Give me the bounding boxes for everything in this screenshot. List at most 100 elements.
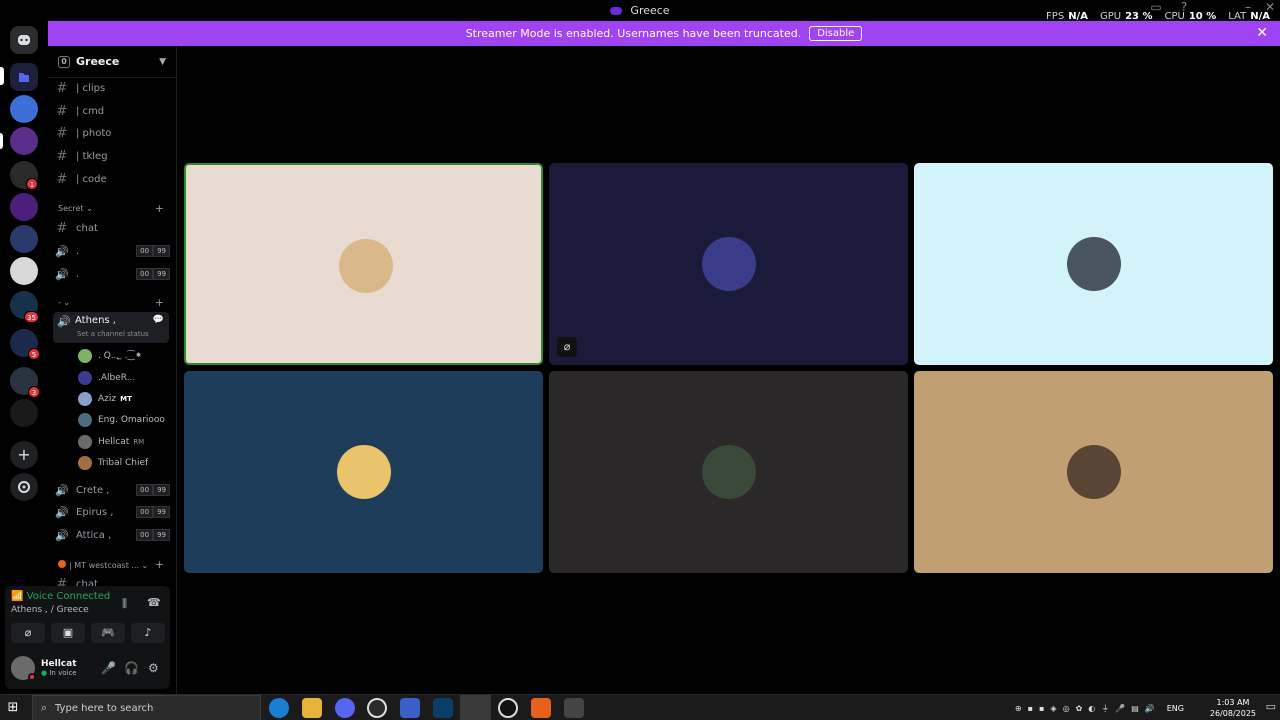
- headphones-icon[interactable]: 🎧: [124, 661, 139, 675]
- server-icon-6[interactable]: [10, 257, 38, 285]
- disconnect-icon[interactable]: ☎: [147, 596, 161, 609]
- video-tile[interactable]: [914, 371, 1273, 573]
- server-coming-soon-icon[interactable]: [10, 95, 38, 123]
- tray-icon[interactable]: ◐: [1088, 704, 1095, 713]
- windows-start-icon[interactable]: ⊞: [4, 699, 22, 717]
- app-icon[interactable]: [433, 698, 453, 718]
- active-app-highlight[interactable]: [460, 695, 491, 720]
- participant-avatar: [337, 445, 391, 499]
- voice-channel-dot-2[interactable]: 🔊. 00 99: [48, 264, 176, 284]
- discover-icon[interactable]: [10, 473, 38, 501]
- folder-indicator: [0, 67, 4, 85]
- user-name: Hellcat: [41, 659, 77, 669]
- server-icon-4[interactable]: [10, 193, 38, 221]
- current-user[interactable]: Hellcat ● In voice: [11, 656, 77, 681]
- server-folder-icon[interactable]: [10, 63, 38, 91]
- selected-server-pill: [0, 133, 3, 149]
- microphone-icon[interactable]: 🎤: [101, 661, 116, 675]
- video-tile[interactable]: [184, 371, 543, 573]
- mention-badge: 1: [26, 178, 38, 190]
- channel-clips[interactable]: # | clips: [48, 78, 176, 98]
- tray-icon[interactable]: ▪: [1028, 704, 1033, 713]
- camera-off-button[interactable]: ⌀: [11, 623, 45, 643]
- voice-member[interactable]: Hellcat RM: [78, 433, 144, 451]
- microphone-tray-icon[interactable]: 🎤: [1115, 704, 1125, 713]
- server-header[interactable]: 0 Greece ▼: [48, 46, 176, 78]
- activities-button[interactable]: 🎮: [91, 623, 125, 643]
- channel-tkleg[interactable]: # | tkleg: [48, 146, 176, 166]
- screen-share-button[interactable]: ▣: [51, 623, 85, 643]
- app-icon[interactable]: [498, 698, 518, 718]
- voice-channel-epirus[interactable]: 🔊 Epirus , 00 99: [48, 502, 176, 522]
- tray-icon[interactable]: ✿: [1076, 704, 1083, 713]
- mention-badge: 5: [28, 348, 40, 360]
- voice-channel-dot-1[interactable]: 🔊. 00 99: [48, 241, 176, 261]
- voice-channel-crete[interactable]: 🔊 Crete , 00 99: [48, 480, 176, 500]
- file-explorer-icon[interactable]: [302, 698, 322, 718]
- soundboard-button[interactable]: ♪: [131, 623, 165, 643]
- participant-avatar: [702, 445, 756, 499]
- taskbar-clock[interactable]: 1:03 AM 26/08/2025: [1210, 697, 1256, 719]
- usb-icon[interactable]: ⏚: [1101, 703, 1109, 714]
- hash-icon: #: [56, 220, 68, 236]
- app-icon[interactable]: [400, 698, 420, 718]
- tray-icon[interactable]: ◈: [1050, 704, 1056, 713]
- voice-channel-athens[interactable]: 🔊 Athens , 💬 Set a channel status: [53, 312, 169, 343]
- open-chat-icon[interactable]: 💬: [153, 315, 164, 325]
- add-channel-icon[interactable]: +: [155, 296, 164, 309]
- volume-icon[interactable]: 🔊: [1145, 704, 1155, 713]
- edge-icon[interactable]: [269, 698, 289, 718]
- direct-messages-icon[interactable]: [10, 26, 38, 54]
- app-icon[interactable]: [564, 698, 584, 718]
- noise-suppression-icon[interactable]: ⫼: [122, 597, 127, 611]
- tray-icon[interactable]: ⊕: [1015, 704, 1022, 713]
- gear-icon[interactable]: ⚙: [148, 661, 159, 675]
- server-icon-2[interactable]: [10, 127, 38, 155]
- category-dot-icon: [58, 560, 66, 568]
- channel-status-hint[interactable]: Set a channel status: [77, 330, 149, 338]
- channel-chat[interactable]: # chat: [48, 218, 176, 238]
- channel-cmd[interactable]: # | cmd: [48, 101, 176, 121]
- category-secret[interactable]: Secret ⌄: [58, 204, 93, 213]
- mention-badge: 35: [24, 311, 39, 323]
- video-tile[interactable]: [549, 371, 908, 573]
- disable-streamer-mode-button[interactable]: Disable: [809, 26, 863, 41]
- taskbar-search[interactable]: ⌕ Type here to search: [32, 695, 261, 720]
- video-tile[interactable]: ⌀: [549, 163, 908, 365]
- video-tile[interactable]: [184, 163, 543, 365]
- voice-connected-label[interactable]: 📶 Voice Connected: [11, 591, 110, 602]
- tray-icon[interactable]: ◎: [1063, 704, 1070, 713]
- voice-member[interactable]: Tribal Chief: [78, 454, 148, 472]
- hash-icon: #: [56, 103, 68, 119]
- hash-icon: #: [56, 171, 68, 187]
- voice-member[interactable]: Aziz MT: [78, 390, 132, 408]
- network-icon[interactable]: ▤: [1131, 704, 1139, 713]
- hash-icon: #: [56, 125, 68, 141]
- channel-photo[interactable]: # | photo: [48, 123, 176, 143]
- voice-member[interactable]: .AlbeR...: [78, 369, 135, 387]
- category-dash[interactable]: - ⌄: [58, 298, 70, 307]
- add-channel-icon[interactable]: +: [155, 558, 164, 571]
- speaker-icon: 🔊: [55, 244, 69, 258]
- category-westcoast[interactable]: | MT westcoast ... ⌄: [58, 560, 148, 570]
- app-icon[interactable]: [367, 698, 387, 718]
- server-icon-5[interactable]: [10, 225, 38, 253]
- channel-code[interactable]: # | code: [48, 169, 176, 189]
- user-limit-counter: 00 99: [136, 506, 170, 518]
- video-tile[interactable]: [914, 163, 1273, 365]
- voice-location[interactable]: Athens , / Greece: [11, 605, 89, 615]
- banner-close-icon[interactable]: ✕: [1256, 25, 1268, 41]
- server-folder-5-icon[interactable]: [10, 399, 38, 427]
- user-status: ● In voice: [41, 669, 77, 677]
- language-indicator[interactable]: ENG: [1167, 704, 1184, 713]
- app-icon[interactable]: [531, 698, 551, 718]
- voice-member[interactable]: Eng. Omariooo: [78, 411, 165, 429]
- tray-icon[interactable]: ▪: [1039, 704, 1044, 713]
- add-server-icon[interactable]: +: [10, 441, 38, 469]
- discord-taskbar-icon[interactable]: [335, 698, 355, 718]
- avatar: [78, 371, 92, 385]
- voice-member[interactable]: . Q..؂ .⁐⁕: [78, 347, 142, 365]
- notifications-icon[interactable]: ▭: [1266, 700, 1276, 713]
- add-channel-icon[interactable]: +: [155, 202, 164, 215]
- voice-channel-attica[interactable]: 🔊 Attica , 00 99: [48, 525, 176, 545]
